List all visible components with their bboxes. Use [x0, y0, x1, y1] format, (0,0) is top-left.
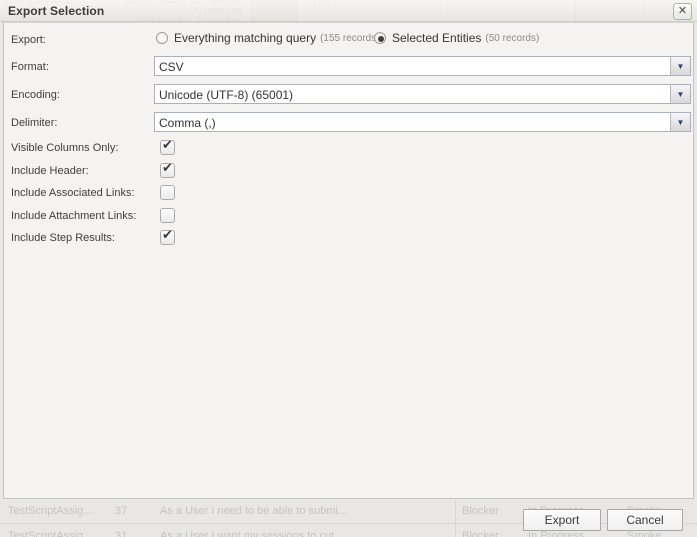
check-icon: ✔ — [162, 160, 173, 176]
visible-columns-only-checkbox[interactable]: ✔ — [160, 140, 175, 155]
bg-cell-number: 37 — [115, 505, 127, 517]
export-selection-screen: ginal Estimate 1 day, 2 hours, 55 minute… — [0, 0, 697, 537]
bg-cell-id: TestScriptAssig... — [8, 530, 92, 537]
encoding-select-value: Unicode (UTF-8) (65001) — [155, 85, 670, 103]
bg-cell-severity: Blocker — [462, 505, 499, 517]
format-select[interactable]: CSV ▼ — [154, 56, 691, 76]
include-step-results-checkbox[interactable]: ✔ — [160, 230, 175, 245]
bg-cell-severity: Blocker — [462, 530, 499, 537]
chevron-down-icon[interactable]: ▼ — [670, 85, 690, 103]
bg-column-line — [455, 500, 456, 537]
radio-records-note: (155 records) — [320, 33, 379, 44]
check-icon: ✔ — [162, 227, 173, 243]
delimiter-select-value: Comma (,) — [155, 113, 670, 131]
radio-label: Everything matching query — [174, 31, 316, 45]
bg-cell-id: TestScriptAssig... — [8, 505, 92, 517]
include-associated-links-label: Include Associated Links: — [11, 187, 135, 199]
bg-cell-desc: As a User I want my sessions to cut... — [160, 530, 343, 537]
bg-cell-number: 31 — [115, 530, 127, 537]
format-label: Format: — [11, 61, 49, 73]
close-button[interactable]: ✕ — [673, 3, 692, 20]
bg-cell-type: Smoke — [627, 530, 661, 537]
include-attachment-links-label: Include Attachment Links: — [11, 210, 136, 222]
radio-records-note: (50 records) — [485, 33, 539, 44]
dialog-title: Export Selection — [0, 0, 697, 18]
encoding-select[interactable]: Unicode (UTF-8) (65001) ▼ — [154, 84, 691, 104]
include-step-results-label: Include Step Results: — [11, 232, 115, 244]
include-attachment-links-checkbox[interactable] — [160, 208, 175, 223]
include-header-label: Include Header: — [11, 165, 89, 177]
cancel-button[interactable]: Cancel — [607, 509, 683, 531]
include-associated-links-checkbox[interactable] — [160, 185, 175, 200]
export-label: Export: — [11, 34, 46, 46]
include-header-checkbox[interactable]: ✔ — [160, 163, 175, 178]
format-select-value: CSV — [155, 57, 670, 75]
export-button[interactable]: Export — [523, 509, 601, 531]
delimiter-select[interactable]: Comma (,) ▼ — [154, 112, 691, 132]
check-icon: ✔ — [162, 137, 173, 153]
chevron-down-icon[interactable]: ▼ — [670, 57, 690, 75]
radio-selected-entities[interactable]: Selected Entities (50 records) — [374, 31, 539, 45]
bg-cell-desc: As a User I need to be able to submi... — [160, 505, 347, 517]
close-icon: ✕ — [678, 5, 687, 17]
radio-everything-matching-query[interactable]: Everything matching query (155 records) — [156, 31, 380, 45]
bg-cell-status: In Progress — [528, 530, 584, 537]
radio-icon — [156, 32, 168, 44]
radio-icon — [374, 32, 386, 44]
dialog-body: Export: Everything matching query (155 r… — [3, 22, 694, 499]
encoding-label: Encoding: — [11, 89, 60, 101]
radio-label: Selected Entities — [392, 31, 481, 45]
delimiter-label: Delimiter: — [11, 117, 57, 129]
dialog-titlebar: Export Selection — [0, 0, 697, 22]
chevron-down-icon[interactable]: ▼ — [670, 113, 690, 131]
visible-columns-only-label: Visible Columns Only: — [11, 142, 118, 154]
